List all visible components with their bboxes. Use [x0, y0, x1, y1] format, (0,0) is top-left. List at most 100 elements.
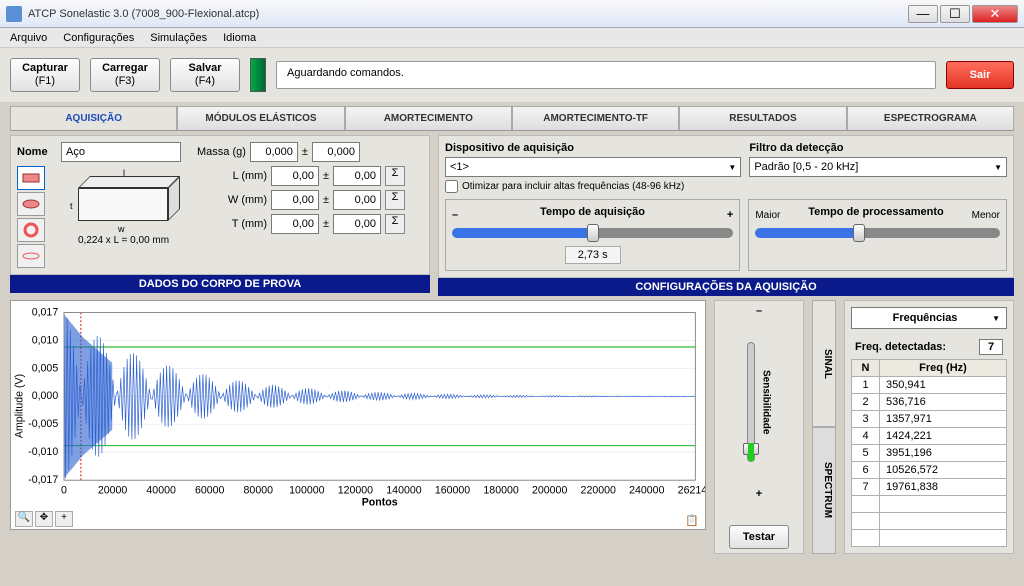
nome-input[interactable] — [61, 142, 181, 162]
svg-text:0,005: 0,005 — [32, 362, 59, 374]
menu-arquivo[interactable]: Arquivo — [2, 30, 55, 46]
side-tabs: SINAL SPECTRUM — [812, 300, 836, 554]
testar-button[interactable]: Testar — [729, 525, 789, 549]
menu-simulacoes[interactable]: Simulações — [142, 30, 215, 46]
salvar-button[interactable]: Salvar (F4) — [170, 58, 240, 92]
signal-chart: 0,0170,0100,0050,000-0,005-0,010-0,01702… — [10, 300, 706, 530]
app-icon — [6, 6, 22, 22]
chevron-down-icon: ▼ — [728, 163, 736, 172]
optimize-label: Otimizar para incluir altas frequências … — [462, 181, 684, 192]
carregar-button[interactable]: Carregar (F3) — [90, 58, 160, 92]
table-row[interactable]: 2536,716 — [852, 394, 1007, 411]
freq-table: N Freq (Hz) 1350,9412536,71631357,971414… — [851, 359, 1007, 547]
proc-maior: Maior — [755, 210, 780, 221]
window-title: ATCP Sonelastic 3.0 (7008_900-Flexional.… — [28, 8, 908, 20]
menu-configuracoes[interactable]: Configurações — [55, 30, 142, 46]
L-tol-input[interactable] — [333, 166, 381, 186]
toolbar: Capturar (F1) Carregar (F3) Salvar (F4) … — [0, 48, 1024, 102]
svg-text:0: 0 — [61, 485, 67, 497]
svg-text:20000: 20000 — [98, 485, 128, 497]
shape-cylinder-button[interactable] — [17, 192, 45, 216]
table-row[interactable]: 41424,221 — [852, 428, 1007, 445]
svg-text:100000: 100000 — [289, 485, 324, 497]
shape-ring-button[interactable] — [17, 218, 45, 242]
sensibilidade-label: Sensibilidade — [761, 370, 772, 434]
proc-menor: Menor — [972, 210, 1000, 221]
menu-idioma[interactable]: Idioma — [215, 30, 264, 46]
tempo-proc-label: Tempo de processamento — [808, 206, 944, 218]
svg-text:-0,010: -0,010 — [28, 446, 58, 458]
tab-amortecimento[interactable]: AMORTECIMENTO — [345, 106, 512, 130]
col-hz: Freq (Hz) — [880, 360, 1007, 377]
table-row[interactable]: 610526,572 — [852, 462, 1007, 479]
svg-text:40000: 40000 — [146, 485, 176, 497]
W-tol-input[interactable] — [333, 190, 381, 210]
table-row[interactable]: 31357,971 — [852, 411, 1007, 428]
W-input[interactable] — [271, 190, 319, 210]
shape-disc-button[interactable] — [17, 244, 45, 268]
minimize-button[interactable]: — — [908, 5, 938, 23]
tempo-aq-slider[interactable] — [452, 228, 733, 238]
chart-export-icon[interactable]: 📋 — [685, 514, 699, 527]
aq-plus[interactable]: + — [727, 209, 733, 221]
sens-plus[interactable]: + — [756, 488, 762, 500]
table-row — [852, 530, 1007, 547]
W-sigma-button[interactable]: Σ — [385, 190, 405, 210]
tab-amortecimento-tf[interactable]: AMORTECIMENTO-TF — [512, 106, 679, 130]
nome-label: Nome — [17, 146, 57, 158]
chart-zoom-button[interactable]: 🔍 — [15, 511, 33, 527]
L-input[interactable] — [271, 166, 319, 186]
svg-text:140000: 140000 — [386, 485, 421, 497]
sensitivity-panel: – Sensibilidade + Testar — [714, 300, 804, 554]
L-label: L (mm) — [219, 170, 267, 182]
chart-reset-button[interactable]: + — [55, 511, 73, 527]
T-input[interactable] — [271, 214, 319, 234]
freq-combo-label: Frequências — [893, 312, 958, 324]
table-row[interactable]: 719761,838 — [852, 479, 1007, 496]
tempo-aq-value: 2,73 s — [565, 246, 621, 264]
main-tabs: AQUISIÇÃO MÓDULOS ELÁSTICOS AMORTECIMENT… — [10, 106, 1014, 131]
table-row — [852, 513, 1007, 530]
svg-text:80000: 80000 — [244, 485, 274, 497]
carregar-key: (F3) — [91, 75, 159, 88]
salvar-key: (F4) — [171, 75, 239, 88]
shape-bar-button[interactable] — [17, 166, 45, 190]
L-sigma-button[interactable]: Σ — [385, 166, 405, 186]
filter-combo[interactable]: Padrão [0,5 - 20 kHz] ▼ — [749, 157, 1007, 177]
T-tol-input[interactable] — [333, 214, 381, 234]
table-row[interactable]: 1350,941 — [852, 377, 1007, 394]
aq-minus[interactable]: – — [452, 209, 458, 221]
tempo-proc-slider[interactable] — [755, 228, 1000, 238]
maximize-button[interactable]: ☐ — [940, 5, 970, 23]
massa-input[interactable] — [250, 142, 298, 162]
close-button[interactable]: ✕ — [972, 5, 1018, 23]
capturar-button[interactable]: Capturar (F1) — [10, 58, 80, 92]
chart-pan-button[interactable]: ✥ — [35, 511, 53, 527]
tab-espectrograma[interactable]: ESPECTROGRAMA — [847, 106, 1014, 130]
freq-combo[interactable]: Frequências▼ — [851, 307, 1007, 329]
filter-label: Filtro da detecção — [749, 142, 1007, 154]
table-row[interactable]: 53951,196 — [852, 445, 1007, 462]
sair-button[interactable]: Sair — [946, 61, 1014, 89]
sens-minus[interactable]: – — [756, 305, 762, 317]
shape-tools — [17, 166, 47, 268]
massa-tol-input[interactable] — [312, 142, 360, 162]
sensitivity-slider[interactable] — [747, 342, 755, 462]
window-titlebar: ATCP Sonelastic 3.0 (7008_900-Flexional.… — [0, 0, 1024, 28]
pm-massa: ± — [302, 146, 308, 158]
device-combo[interactable]: <1> ▼ — [445, 157, 741, 177]
tab-resultados[interactable]: RESULTADOS — [679, 106, 846, 130]
tab-aquisicao[interactable]: AQUISIÇÃO — [10, 106, 177, 130]
T-sigma-button[interactable]: Σ — [385, 214, 405, 234]
optimize-checkbox[interactable] — [445, 180, 458, 193]
sample-diagram: l t w 0,224 x L = 0,00 mm — [53, 166, 213, 256]
status-indicator — [250, 58, 266, 92]
svg-text:220000: 220000 — [581, 485, 616, 497]
tab-modulos[interactable]: MÓDULOS ELÁSTICOS — [177, 106, 344, 130]
vtab-sinal[interactable]: SINAL — [812, 300, 836, 427]
massa-label: Massa (g) — [197, 146, 246, 158]
vtab-spectrum[interactable]: SPECTRUM — [812, 427, 836, 554]
svg-text:60000: 60000 — [195, 485, 225, 497]
salvar-label: Salvar — [171, 62, 239, 75]
menubar: Arquivo Configurações Simulações Idioma — [0, 28, 1024, 48]
